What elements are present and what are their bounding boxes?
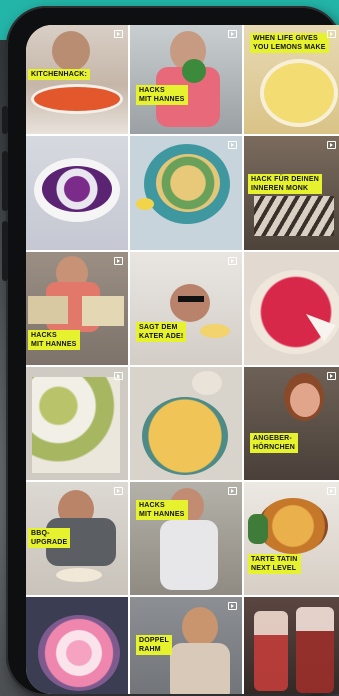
lemon-photo	[136, 198, 154, 210]
post-grid: KITCHENHACK: HACKS MIT HANNES WHEN LIFE …	[26, 25, 339, 694]
post-tile[interactable]	[26, 367, 128, 480]
food-photo	[142, 397, 228, 475]
reel-icon	[327, 30, 336, 38]
phone-button	[2, 151, 8, 211]
glass-photo	[296, 607, 334, 693]
food-photo	[34, 87, 120, 111]
post-tile[interactable]: HACK FÜR DEINEN INNEREN MONK	[244, 136, 339, 250]
person-photo	[160, 520, 218, 590]
post-tile[interactable]: BBQ- UPGRADE	[26, 482, 128, 595]
post-tile[interactable]: ANGEBER- HÖRNCHEN	[244, 367, 339, 480]
post-tile[interactable]: WHEN LIFE GIVES YOU LEMONS MAKE	[244, 25, 339, 134]
post-tile[interactable]: HACKS MIT HANNES	[130, 25, 242, 134]
reel-icon	[114, 30, 123, 38]
phone-frame: KITCHENHACK: HACKS MIT HANNES WHEN LIFE …	[2, 6, 339, 696]
food-photo	[42, 166, 112, 212]
post-tile[interactable]: TARTE TATIN NEXT LEVEL	[244, 482, 339, 595]
post-tile[interactable]: SAGT DEM KATER ADE!	[130, 252, 242, 365]
post-tile[interactable]	[244, 252, 339, 365]
phone-button	[2, 221, 8, 281]
food-photo	[56, 568, 102, 582]
reel-icon	[327, 141, 336, 149]
reel-icon	[114, 487, 123, 495]
reel-icon	[228, 141, 237, 149]
food-photo	[264, 63, 334, 123]
phone-button	[2, 106, 8, 134]
post-tile[interactable]	[130, 136, 242, 250]
post-tile[interactable]: KITCHENHACK:	[26, 25, 128, 134]
post-tile[interactable]: HACKS MIT HANNES	[130, 482, 242, 595]
food-photo	[258, 498, 328, 554]
sunglasses-photo	[178, 296, 204, 302]
caption-label: HACKS MIT HANNES	[136, 85, 188, 105]
food-photo	[200, 324, 230, 338]
reel-icon	[114, 372, 123, 380]
glass-photo	[254, 611, 288, 691]
food-photo	[250, 270, 339, 354]
caption-label: HACKS MIT HANNES	[28, 330, 80, 350]
person-photo	[290, 383, 320, 417]
phone-screen: KITCHENHACK: HACKS MIT HANNES WHEN LIFE …	[26, 25, 339, 694]
caption-label: WHEN LIFE GIVES YOU LEMONS MAKE	[250, 33, 329, 53]
reel-icon	[228, 487, 237, 495]
person-photo	[170, 284, 210, 322]
plant-photo	[248, 514, 268, 544]
reel-icon	[327, 487, 336, 495]
post-tile[interactable]	[26, 597, 128, 694]
bowl-photo	[192, 371, 222, 395]
reel-icon	[228, 602, 237, 610]
caption-label: ANGEBER- HÖRNCHEN	[250, 433, 299, 453]
food-photo	[156, 154, 220, 212]
food-photo	[82, 296, 124, 326]
food-photo	[32, 377, 120, 473]
caption-label: DOPPEL RAHM	[136, 635, 172, 655]
reel-icon	[228, 30, 237, 38]
reel-icon	[228, 257, 237, 265]
person-photo	[182, 607, 218, 647]
caption-label: TARTE TATIN NEXT LEVEL	[248, 554, 301, 574]
reel-icon	[327, 372, 336, 380]
person-photo	[170, 643, 230, 694]
food-photo	[28, 296, 68, 324]
caption-label: KITCHENHACK:	[28, 69, 91, 80]
post-tile[interactable]	[130, 367, 242, 480]
post-tile[interactable]	[244, 597, 339, 694]
food-photo	[182, 59, 206, 83]
food-photo	[38, 615, 120, 691]
caption-label: BBQ- UPGRADE	[28, 528, 71, 548]
caption-label: HACKS MIT HANNES	[136, 500, 188, 520]
reel-icon	[114, 257, 123, 265]
caption-label: HACK FÜR DEINEN INNEREN MONK	[248, 174, 322, 194]
post-tile[interactable]	[26, 136, 128, 250]
caption-label: SAGT DEM KATER ADE!	[136, 322, 187, 342]
post-tile[interactable]: HACKS MIT HANNES	[26, 252, 128, 365]
food-photo	[254, 196, 334, 236]
post-tile[interactable]: DOPPEL RAHM	[130, 597, 242, 694]
person-photo	[52, 31, 90, 71]
